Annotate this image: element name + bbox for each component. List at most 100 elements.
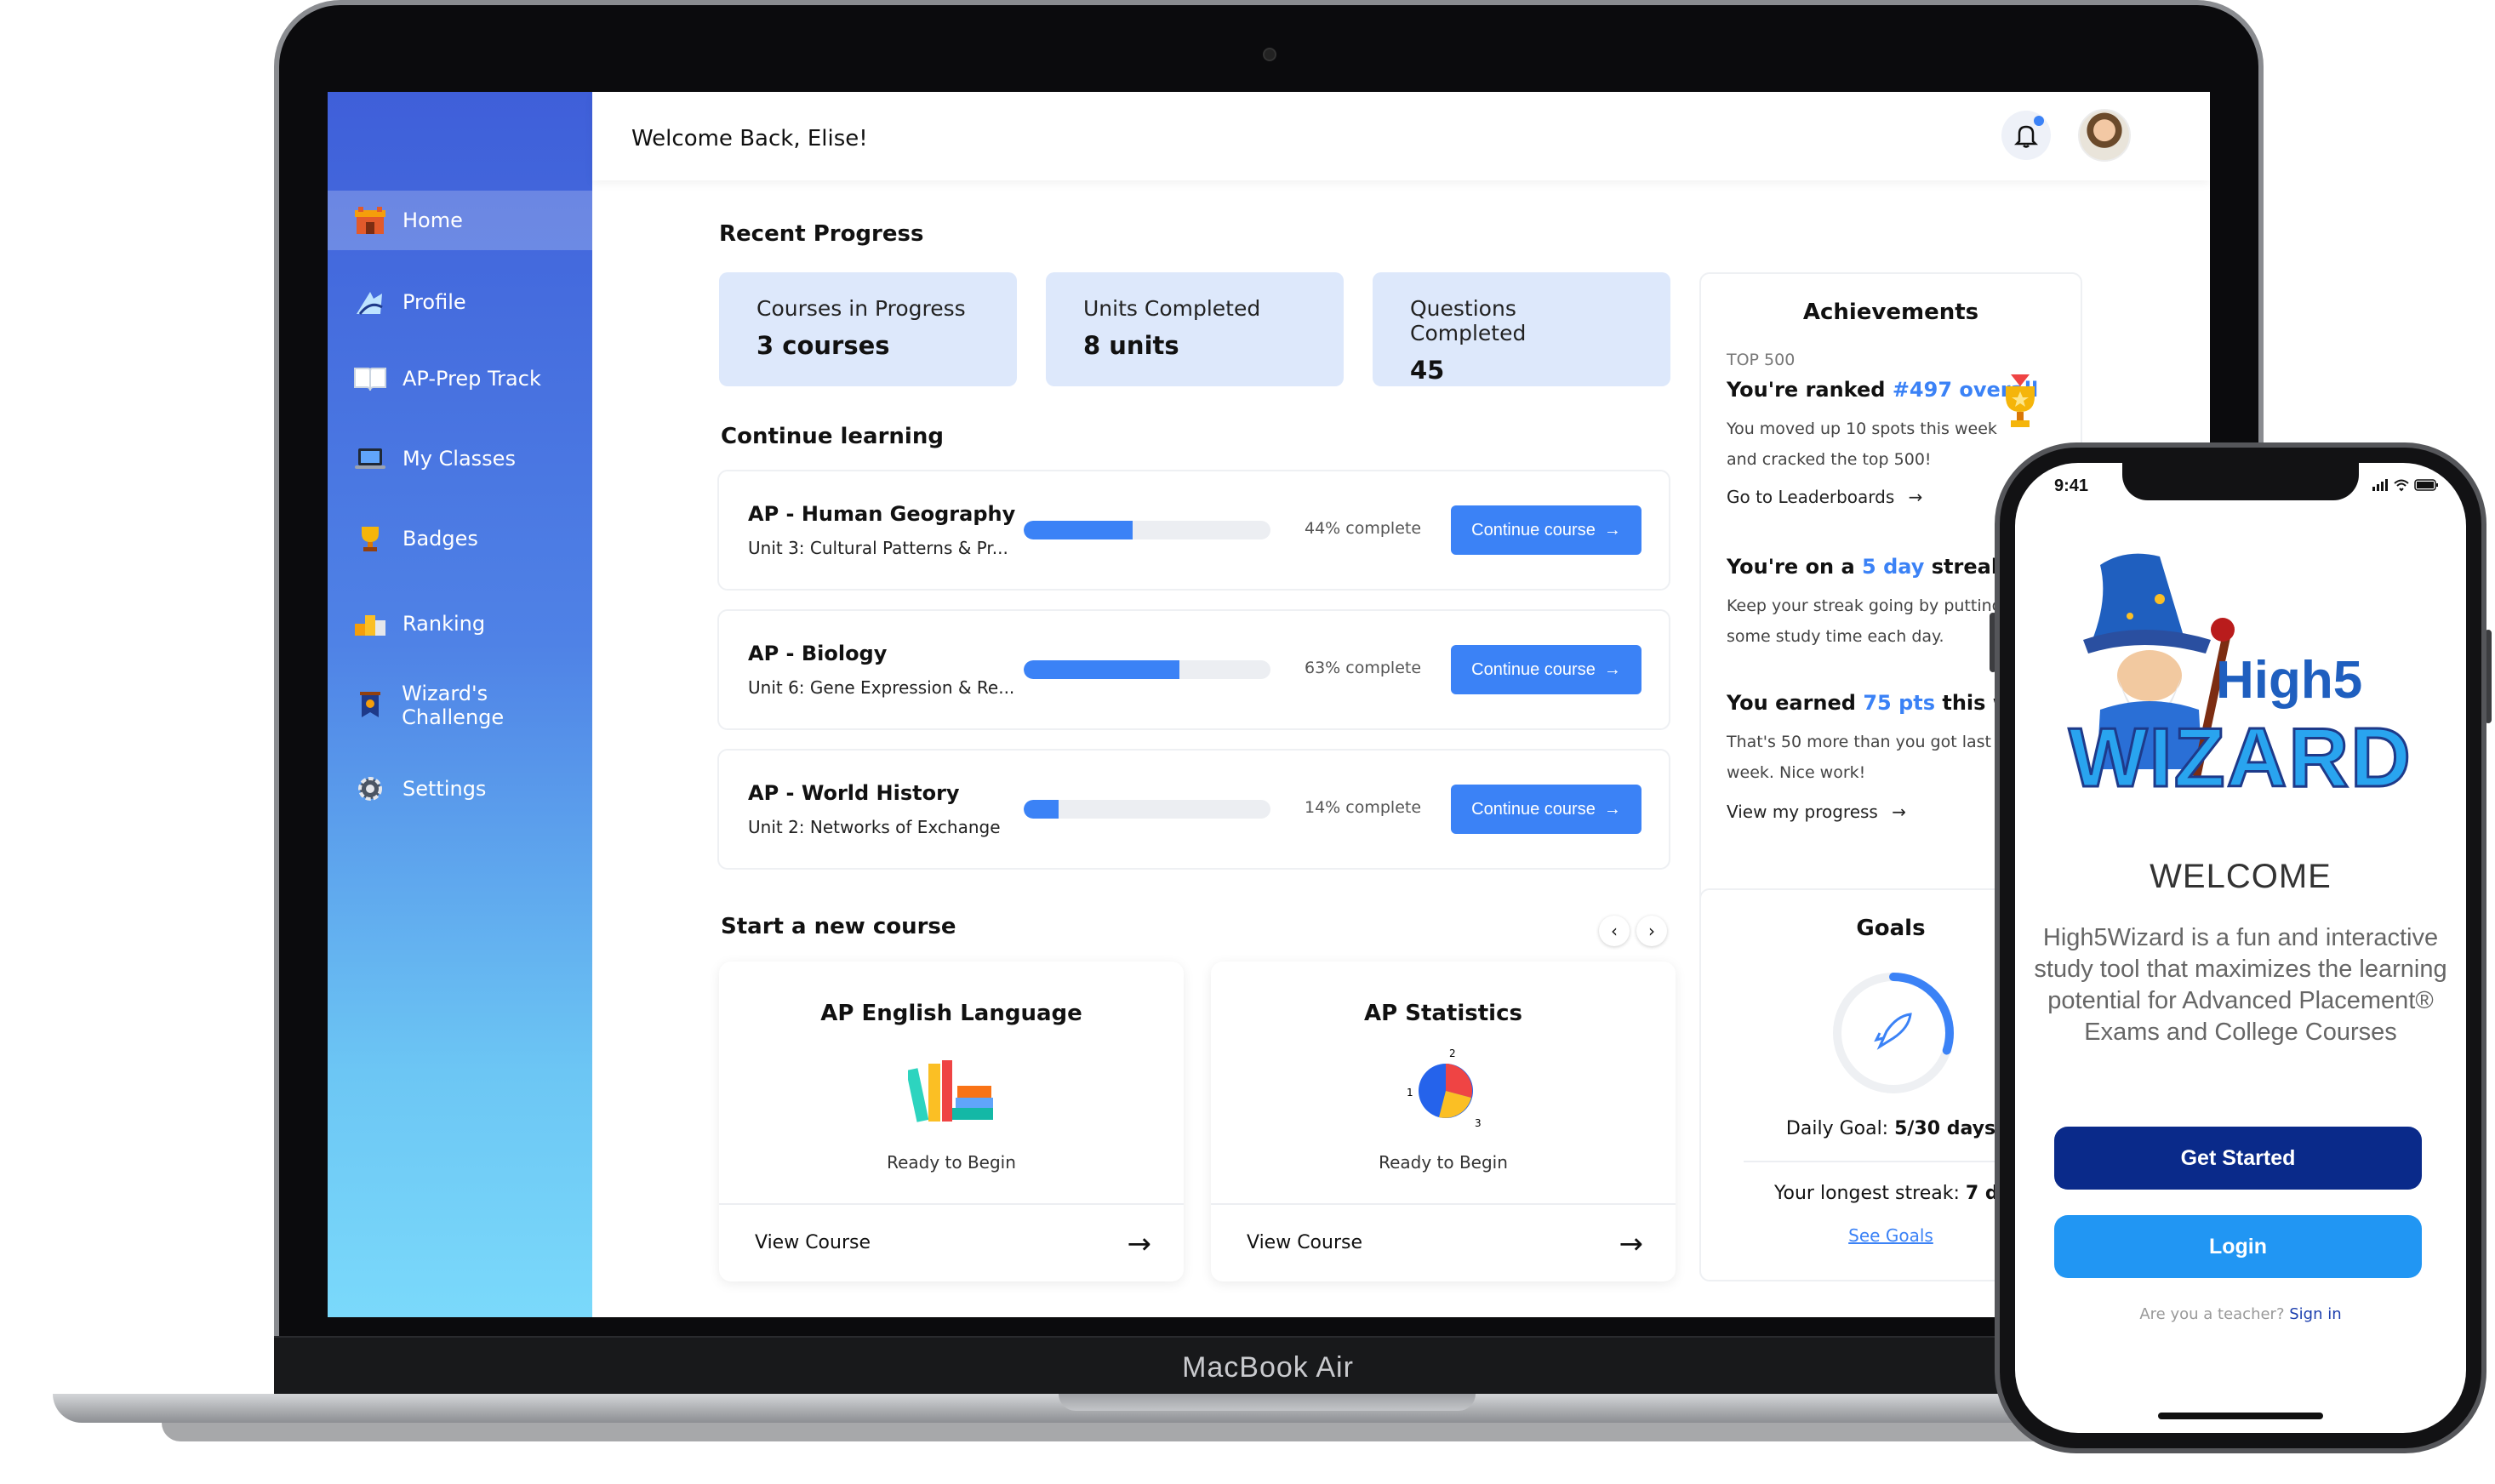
course-title: AP - Human Geography [748, 502, 1016, 526]
sidebar-item-label: AP-Prep Track [403, 367, 541, 391]
new-course-footer[interactable]: View Course → [1211, 1203, 1676, 1281]
prev-button[interactable]: ‹ [1599, 916, 1630, 946]
teacher-prompt: Are you a teacher? Sign in [2015, 1305, 2466, 1323]
logo-wizard: WIZARD [2068, 710, 2412, 806]
teacher-prompt-text: Are you a teacher? [2139, 1305, 2290, 1323]
daily-goal-value: 5/30 days [1894, 1118, 1996, 1139]
streak-suffix: streak [1924, 555, 2005, 579]
view-course-link[interactable]: View Course [755, 1232, 871, 1253]
progress-fill [1024, 660, 1179, 679]
phone-notch [2122, 463, 2359, 500]
course-row: AP - Human Geography Unit 3: Cultural Pa… [717, 470, 1670, 591]
svg-text:3: 3 [1475, 1117, 1482, 1128]
sidebar-item-profile[interactable]: Profile [328, 272, 592, 332]
continue-course-label: Continue course [1471, 799, 1596, 819]
continue-learning-title: Continue learning [721, 424, 944, 449]
sidebar-item-label: Home [403, 208, 463, 232]
sidebar-item-wizards-challenge[interactable]: Wizard's Challenge [328, 676, 592, 735]
progress-bar [1024, 800, 1270, 819]
sidebar-item-home[interactable]: Home [328, 191, 592, 250]
phone-clock: 9:41 [2054, 477, 2089, 495]
new-course-name: AP Statistics [1364, 1001, 1522, 1026]
view-progress-link[interactable]: View my progress → [1727, 802, 1906, 822]
new-course-card[interactable]: AP English Language Ready to Begin View … [719, 962, 1184, 1281]
laptop-screen: Home Profile AP-Prep Track My Classes Ba… [328, 92, 2210, 1317]
logo-high5: High5 [2216, 651, 2363, 710]
svg-text:2: 2 [1449, 1047, 1456, 1059]
books-icon [905, 1057, 996, 1128]
continue-course-label: Continue course [1471, 659, 1596, 679]
banner-icon [353, 688, 386, 722]
achievement-tag: TOP 500 [1727, 351, 1796, 369]
course-title: AP - World History [748, 781, 960, 805]
sidebar-item-badges[interactable]: Badges [328, 509, 592, 568]
daily-goal-label: Daily Goal: [1785, 1118, 1895, 1139]
new-course-footer[interactable]: View Course → [719, 1203, 1184, 1281]
stat-card-units: Units Completed 8 units [1046, 272, 1344, 386]
arrow-right-icon: → [1892, 802, 1906, 822]
svg-text:1: 1 [1407, 1087, 1413, 1099]
topbar: Welcome Back, Elise! [592, 92, 2210, 180]
sidebar-item-ranking[interactable]: Ranking [328, 594, 592, 654]
gear-icon [353, 772, 387, 806]
sign-in-link[interactable]: Sign in [2289, 1305, 2341, 1323]
welcome-message: Welcome Back, Elise! [631, 126, 868, 151]
stat-value: 45 [1410, 356, 1445, 385]
stat-value: 3 courses [756, 331, 890, 360]
laptop-brand-label: MacBook Air [1182, 1351, 1354, 1384]
new-course-title: Start a new course [721, 914, 956, 939]
progress-bar [1024, 521, 1270, 539]
chevron-right-icon: › [1648, 921, 1655, 941]
stat-label: Units Completed [1083, 296, 1261, 321]
login-button[interactable]: Login [2054, 1215, 2422, 1278]
sidebar-item-my-classes[interactable]: My Classes [328, 429, 592, 488]
streak-value: 5 day [1862, 555, 1925, 579]
continue-course-button[interactable]: Continue course → [1451, 785, 1641, 834]
new-course-status: Ready to Begin [1379, 1152, 1508, 1173]
rank-line: You're ranked #497 overall [1727, 378, 2038, 402]
home-indicator [2158, 1413, 2323, 1419]
sidebar-item-label: Settings [403, 777, 487, 801]
goal-ring [1833, 973, 1954, 1093]
progress-text: 63% complete [1305, 659, 1422, 677]
streak-prefix: You're on a [1727, 555, 1863, 579]
progress-bar [1024, 660, 1270, 679]
status-icons [2372, 478, 2441, 495]
arrow-right-icon[interactable]: → [1128, 1227, 1152, 1261]
sidebar-item-settings[interactable]: Settings [328, 759, 592, 819]
course-unit: Unit 2: Networks of Exchange [748, 817, 1001, 837]
sidebar-item-ap-prep-track[interactable]: AP-Prep Track [328, 349, 592, 408]
high5-wizard-logo: High5 WIZARD [2049, 548, 2432, 829]
progress-text: 44% complete [1305, 519, 1422, 538]
points-description: That's 50 more than you got last week. N… [1727, 733, 1991, 782]
camera-icon [1263, 48, 1276, 61]
leaderboards-link[interactable]: Go to Leaderboards → [1727, 487, 1922, 507]
view-course-link[interactable]: View Course [1247, 1232, 1362, 1253]
longest-streak-label: Your longest streak: [1774, 1183, 1966, 1204]
notifications-button[interactable] [2001, 111, 2051, 160]
phone-welcome: WELCOME [2150, 858, 2332, 895]
stat-value: 8 units [1083, 331, 1179, 360]
next-button[interactable]: › [1636, 916, 1667, 946]
laptop-base-notch [1059, 1394, 1476, 1411]
continue-course-button[interactable]: Continue course → [1451, 645, 1641, 694]
arrow-right-icon[interactable]: → [1619, 1227, 1644, 1261]
laptop-icon [353, 442, 387, 476]
view-progress-label: View my progress [1727, 802, 1878, 822]
continue-course-button[interactable]: Continue course → [1451, 505, 1641, 555]
arrow-right-icon: → [1603, 520, 1621, 539]
stat-card-questions: Questions Completed 45 [1373, 272, 1670, 386]
sidebar-item-label: My Classes [403, 447, 516, 471]
avatar[interactable] [2078, 109, 2131, 162]
stat-label: Questions Completed [1410, 296, 1527, 345]
course-unit: Unit 6: Gene Expression & Re... [748, 677, 1015, 698]
new-course-card[interactable]: AP Statistics 2 1 3 Ready to Begin View Co… [1211, 962, 1676, 1281]
sidebar-item-label: Wizard's Challenge [402, 682, 505, 729]
trophy-icon [353, 522, 387, 556]
progress-fill [1024, 521, 1133, 539]
get-started-button[interactable]: Get Started [2054, 1127, 2422, 1190]
rank-prefix: You're ranked [1727, 378, 1893, 402]
stat-label: Courses in Progress [756, 296, 966, 321]
course-title: AP - Biology [748, 642, 888, 665]
stat-card-courses: Courses in Progress 3 courses [719, 272, 1017, 386]
